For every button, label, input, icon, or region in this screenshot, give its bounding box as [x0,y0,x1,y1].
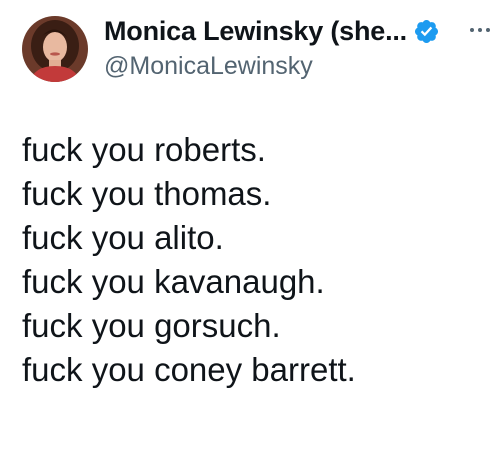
tweet-text: fuck you roberts. fuck you thomas. fuck … [22,128,492,392]
tweet-line: fuck you alito. [22,219,224,256]
verified-badge-icon [414,19,439,43]
tweet-line: fuck you kavanaugh. [22,263,325,300]
tweet-card: Monica Lewinsky (she... @MonicaLewinsky … [0,0,500,456]
author-name-row: Monica Lewinsky (she... [104,14,440,48]
tweet-line: fuck you gorsuch. [22,307,281,344]
avatar-photo [22,16,88,82]
tweet-line: fuck you roberts. [22,131,266,168]
ellipsis-icon[interactable] [468,24,492,36]
tweet-line: fuck you coney barrett. [22,351,356,388]
tweet-line: fuck you thomas. [22,175,272,212]
author-display-name[interactable]: Monica Lewinsky (she... [104,16,407,47]
author-avatar[interactable] [22,16,88,82]
author-handle[interactable]: @MonicaLewinsky [104,52,313,81]
